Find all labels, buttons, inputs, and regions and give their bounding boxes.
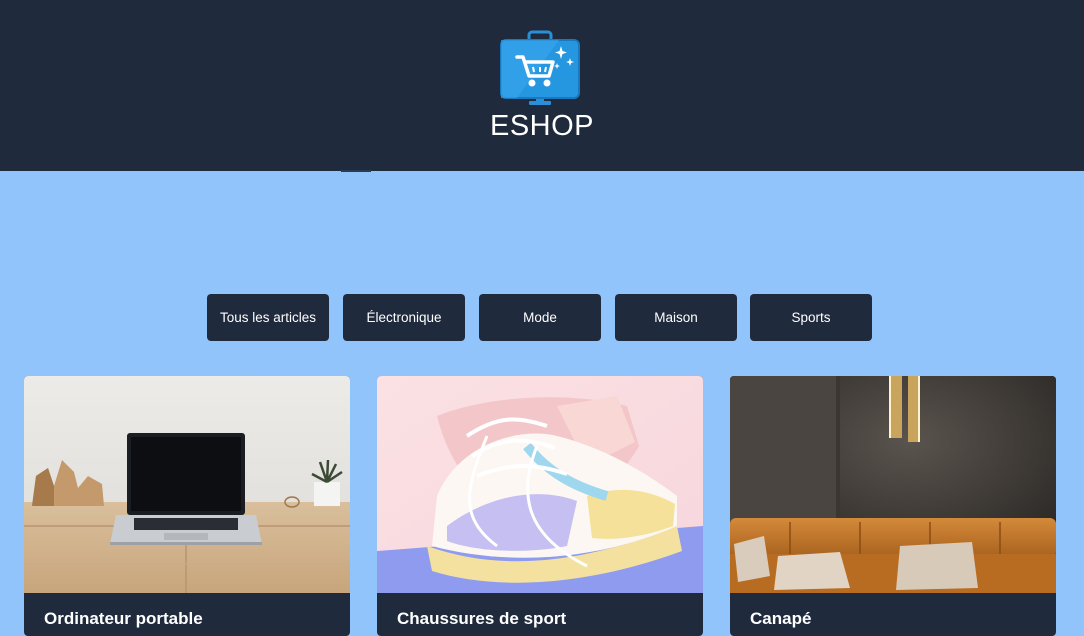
divider	[341, 170, 371, 172]
product-title[interactable]: Chaussures de sport	[397, 609, 566, 629]
brand-name[interactable]: ESHOP	[0, 110, 1084, 143]
product-card[interactable]: Chaussures de sport	[377, 376, 703, 636]
filter-fashion-button[interactable]: Mode	[479, 294, 601, 341]
sneaker-photo[interactable]	[377, 376, 703, 593]
product-card[interactable]: Ordinateur portable	[24, 376, 350, 636]
shopping-cart-bag-icon[interactable]	[499, 30, 581, 108]
laptop-photo[interactable]	[24, 376, 350, 593]
product-card[interactable]: Canapé	[730, 376, 1056, 636]
filter-home-button[interactable]: Maison	[615, 294, 737, 341]
product-title[interactable]: Ordinateur portable	[44, 609, 203, 629]
filter-all-button[interactable]: Tous les articles	[207, 294, 329, 341]
product-title[interactable]: Canapé	[750, 609, 811, 629]
site-header: ESHOP	[0, 0, 1084, 171]
filter-sports-button[interactable]: Sports	[750, 294, 872, 341]
sofa-photo[interactable]	[730, 376, 1056, 593]
filter-electronics-button[interactable]: Électronique	[343, 294, 465, 341]
